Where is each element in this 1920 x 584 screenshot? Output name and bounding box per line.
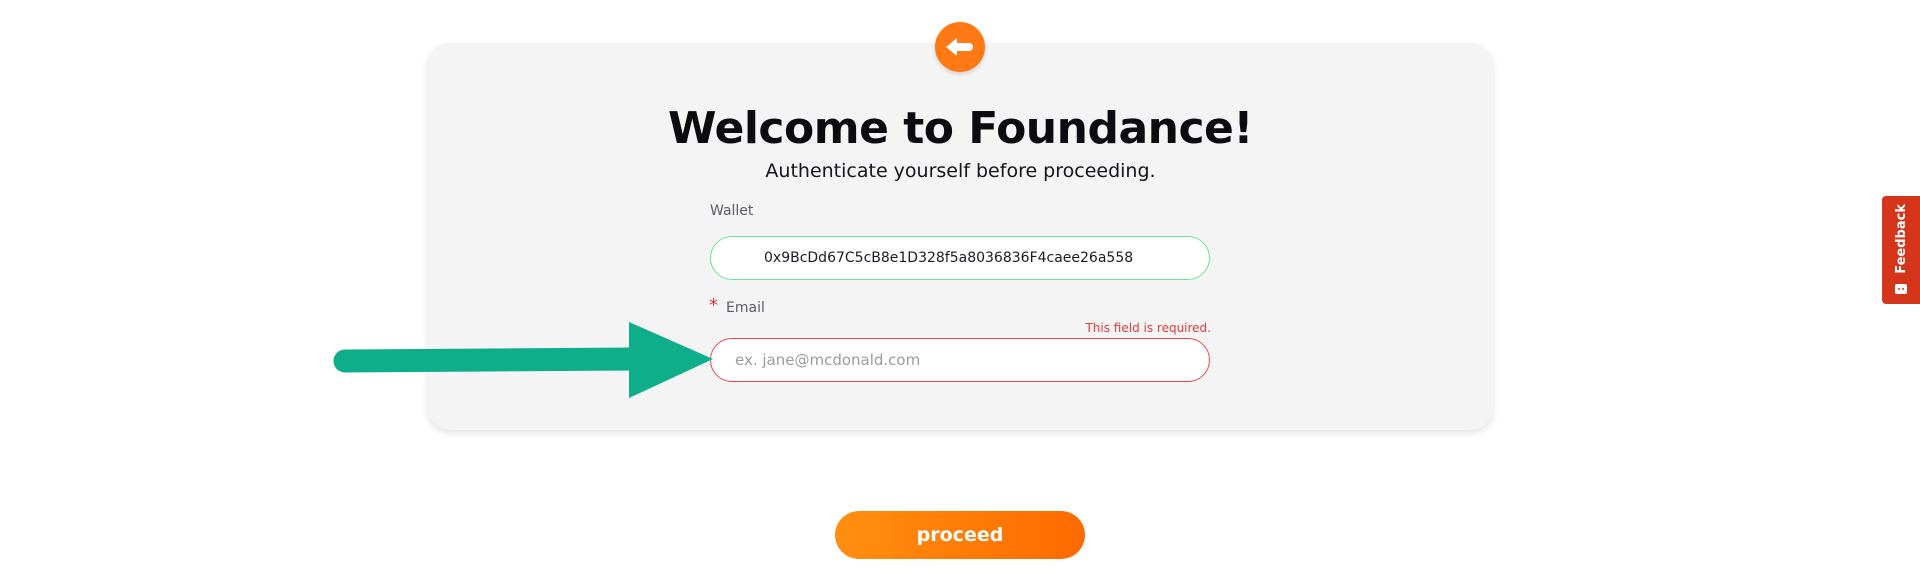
email-field[interactable] xyxy=(710,338,1210,382)
wallet-field[interactable]: 0x9BcDd67C5cB8e1D328f5a8036836F4caee26a5… xyxy=(710,236,1210,280)
email-error-message: This field is required. xyxy=(1085,321,1211,335)
wallet-value: 0x9BcDd67C5cB8e1D328f5a8036836F4caee26a5… xyxy=(764,250,1134,266)
feedback-label: Feedback xyxy=(1893,204,1909,274)
back-arrow-icon xyxy=(946,38,973,56)
email-label: Email xyxy=(726,300,765,316)
proceed-button[interactable]: proceed xyxy=(835,511,1085,559)
feedback-icon xyxy=(1895,283,1907,294)
page: Welcome to Foundance! Authenticate yours… xyxy=(0,0,1920,584)
annotation-arrow-icon xyxy=(333,322,713,398)
feedback-tab[interactable]: Feedback xyxy=(1882,196,1920,304)
back-button[interactable] xyxy=(935,22,985,72)
required-marker: * xyxy=(709,295,718,316)
page-subtitle: Authenticate yourself before proceeding. xyxy=(765,160,1156,182)
page-title: Welcome to Foundance! xyxy=(668,103,1253,154)
wallet-label: Wallet xyxy=(710,203,754,219)
